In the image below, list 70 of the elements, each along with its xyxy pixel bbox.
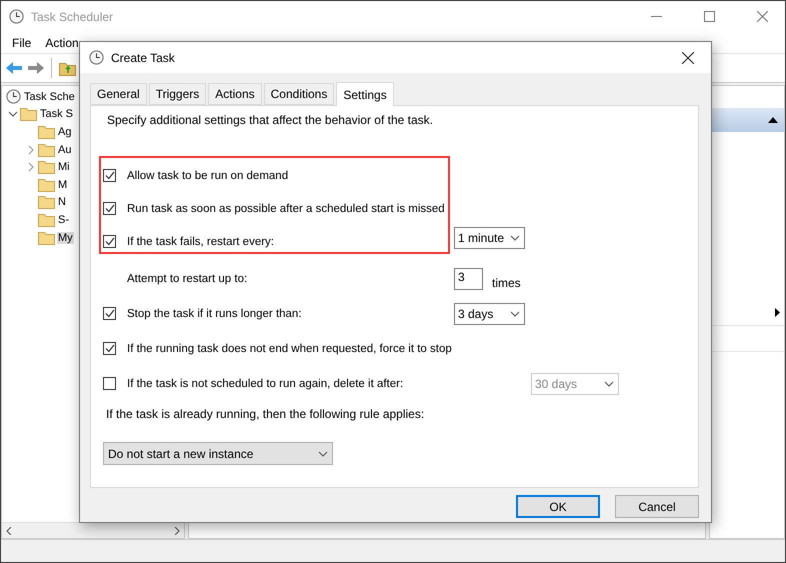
maximize-icon[interactable] xyxy=(704,11,714,22)
option-label: If the running task does not end when requested, force it to stop xyxy=(127,342,452,354)
tree-item[interactable]: Mi xyxy=(57,161,71,174)
folder-up-icon[interactable] xyxy=(59,60,76,76)
back-arrow-icon[interactable] xyxy=(5,61,23,75)
folder-icon xyxy=(38,142,55,157)
rule-label: If the task is already running, then the following rule applies: xyxy=(105,406,426,423)
chevron-down-icon xyxy=(510,310,520,316)
checkbox[interactable] xyxy=(103,169,116,182)
checkbox[interactable] xyxy=(103,235,116,248)
clock-icon xyxy=(9,9,24,24)
dropdown[interactable]: 1 minute xyxy=(454,227,525,249)
option-label: If the task is not scheduled to run again, delete it after: xyxy=(127,378,404,390)
number-field[interactable]: 3 xyxy=(454,268,483,290)
separator-icon xyxy=(49,58,55,78)
description-text: Specify additional settings that affect the behavior of the task. xyxy=(106,112,434,129)
tree-item[interactable]: Ag xyxy=(57,126,72,138)
checkbox[interactable] xyxy=(103,202,116,215)
tab[interactable]: Triggers xyxy=(148,83,206,105)
ok-button[interactable]: OK xyxy=(516,495,600,518)
tree-item[interactable]: Task S xyxy=(39,108,74,120)
folder-icon xyxy=(38,212,55,227)
clock-icon xyxy=(6,89,21,104)
folder-icon xyxy=(38,195,55,210)
chevron-right-icon[interactable] xyxy=(26,144,36,155)
chevron-down-icon xyxy=(604,380,614,386)
clock-icon xyxy=(89,50,104,65)
tab[interactable]: General xyxy=(90,83,147,105)
submenu-triangle-icon[interactable] xyxy=(775,308,780,317)
option-label: Allow task to be run on demand xyxy=(127,170,288,182)
tree-item[interactable]: M xyxy=(57,178,68,191)
chevron-right-icon[interactable] xyxy=(26,162,36,172)
option-label: Stop the task if it runs longer than: xyxy=(127,308,302,320)
dialog-title: Create Task xyxy=(111,50,176,64)
tree-item[interactable]: Au xyxy=(57,144,72,156)
folder-icon xyxy=(38,160,55,174)
folder-icon xyxy=(38,124,55,139)
actions-header[interactable] xyxy=(710,108,784,132)
option-label: If the task fails, restart every: xyxy=(127,236,274,248)
tab[interactable]: Conditions xyxy=(264,83,334,105)
dropdown[interactable]: 3 days xyxy=(454,302,525,324)
chevron-down-icon xyxy=(318,450,328,456)
horizontal-scrollbar[interactable] xyxy=(2,522,184,538)
folder-icon xyxy=(38,230,55,245)
window-title: Task Scheduler xyxy=(31,10,114,24)
checkbox[interactable] xyxy=(103,342,116,355)
menu-item[interactable]: File xyxy=(5,36,38,50)
tab[interactable]: Actions xyxy=(208,83,262,105)
tree-item[interactable]: Task Sche xyxy=(23,90,76,103)
tab[interactable]: Settings xyxy=(336,82,394,106)
tree-item[interactable]: N xyxy=(57,196,67,208)
unit-label: times xyxy=(492,276,521,290)
option-label: Run task as soon as possible after a scheduled start is missed xyxy=(127,202,445,214)
cancel-button[interactable]: Cancel xyxy=(615,495,699,518)
chevron-down-icon[interactable] xyxy=(8,109,18,120)
tree-item[interactable]: My xyxy=(57,232,74,244)
checkbox[interactable] xyxy=(103,307,116,320)
folder-icon xyxy=(38,178,55,192)
scroll-right-icon[interactable] xyxy=(174,526,180,534)
chevron-down-icon xyxy=(510,235,520,241)
collapse-triangle-icon[interactable] xyxy=(768,117,778,123)
close-icon[interactable] xyxy=(682,52,694,64)
scroll-left-icon[interactable] xyxy=(6,526,12,534)
dropdown[interactable]: Do not start a new instance xyxy=(103,442,333,465)
forward-arrow-icon[interactable] xyxy=(27,61,45,75)
tree-item[interactable]: S- xyxy=(57,214,70,226)
option-label: Attempt to restart up to: xyxy=(126,272,248,284)
minimize-icon[interactable] xyxy=(650,16,662,17)
checkbox[interactable] xyxy=(103,377,116,390)
folder-icon xyxy=(20,107,37,122)
